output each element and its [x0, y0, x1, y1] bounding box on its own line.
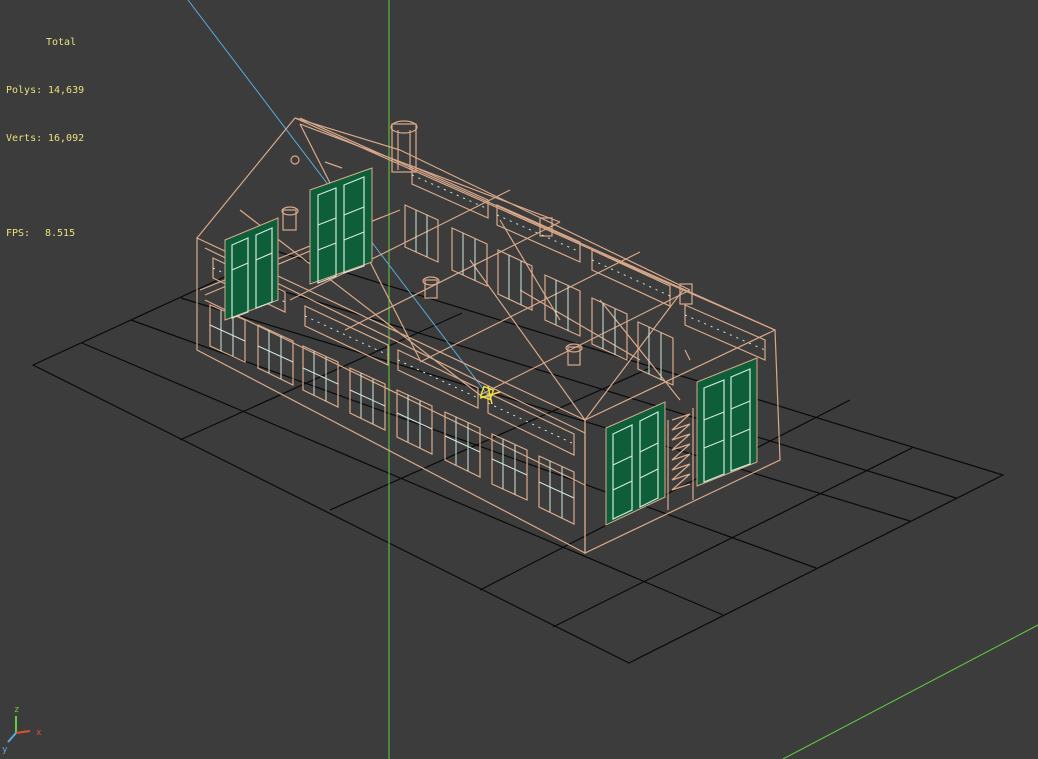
verts-label: Verts:: [6, 133, 43, 144]
verts-value: 16,092: [48, 133, 85, 144]
polys-label: Polys:: [6, 85, 43, 96]
stats-total-label: Total: [46, 37, 77, 48]
viewport-statistics: Total Polys: 14,639 Verts: 16,092 FPS: 8.51…: [6, 3, 84, 274]
scene-canvas[interactable]: x z y: [0, 0, 1038, 759]
svg-text:z: z: [14, 705, 19, 715]
fps-label: FPS:: [6, 228, 31, 239]
stats-verts-row: Verts: 16,092: [6, 131, 84, 147]
svg-text:x: x: [36, 728, 42, 738]
clerestory-windows: [212, 165, 766, 456]
svg-text:y: y: [2, 745, 8, 755]
x-axis-line: [782, 624, 1038, 759]
xyz-axis-icon: x z y: [2, 705, 42, 755]
building-wireframe[interactable]: [196, 117, 781, 554]
fps-value: 8.515: [45, 228, 76, 239]
3d-viewport[interactable]: x z y Total Polys: 14,639 Verts: 16,092 FP…: [0, 0, 1038, 759]
stats-fps-row: FPS: 8.515: [6, 226, 84, 242]
polys-value: 14,639: [48, 85, 85, 96]
stats-polys-row: Polys: 14,639: [6, 83, 84, 99]
